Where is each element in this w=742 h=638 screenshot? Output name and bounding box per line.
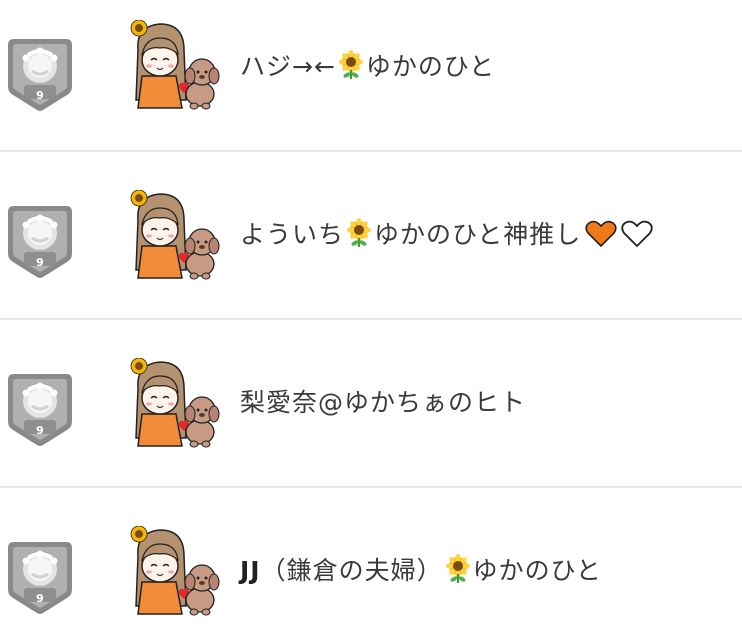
user-name-part: 梨愛奈@ゆかちぁのヒト [240, 388, 527, 417]
orange-heart-icon [585, 218, 617, 248]
avatar[interactable] [126, 358, 222, 448]
user-name[interactable]: JJ（鎌倉の夫婦） ゆかのひと [240, 554, 602, 588]
medal-badge-icon: 9 [6, 35, 74, 113]
user-name-part: （鎌倉の夫婦） [260, 556, 443, 585]
medal-badge-icon: 9 [6, 202, 74, 280]
badge-level: 9 [36, 592, 44, 605]
user-name-part: ゆかのひと [365, 52, 496, 81]
list-item[interactable]: 9 よういち ゆかのひと神推し [0, 150, 742, 300]
user-name-part: JJ [240, 556, 261, 585]
avatar[interactable] [126, 190, 222, 280]
sunflower-icon [336, 50, 366, 80]
user-name-part: よういち [240, 220, 345, 249]
badge-level: 9 [36, 256, 44, 269]
user-name[interactable]: よういち ゆかのひと神推し [240, 218, 653, 252]
badge-level: 9 [36, 424, 44, 437]
medal-badge-icon: 9 [6, 370, 74, 448]
sunflower-icon [443, 554, 473, 584]
medal-badge-icon: 9 [6, 538, 74, 616]
supporter-list: 9 ハジ→← ゆかのひと 9 よういち ゆかのひと神推し 9 梨愛奈@ゆかちぁの… [0, 0, 742, 638]
list-item[interactable]: 9 梨愛奈@ゆかちぁのヒト [0, 318, 742, 468]
user-name-part: ゆかのひと [472, 556, 602, 585]
sunflower-icon [344, 218, 374, 248]
list-item[interactable]: 9 ハジ→← ゆかのひと [0, 0, 742, 150]
white-heart-icon [621, 218, 653, 248]
avatar[interactable] [126, 20, 222, 110]
list-item[interactable]: 9 JJ（鎌倉の夫婦） ゆかのひと [0, 486, 742, 636]
user-name[interactable]: 梨愛奈@ゆかちぁのヒト [240, 386, 526, 420]
avatar[interactable] [126, 526, 222, 616]
badge-level: 9 [36, 89, 44, 102]
user-name[interactable]: ハジ→← ゆかのひと [240, 50, 495, 84]
user-name-part: ゆかのひと神推し [374, 220, 582, 249]
user-name-part: ハジ→← [240, 52, 336, 81]
